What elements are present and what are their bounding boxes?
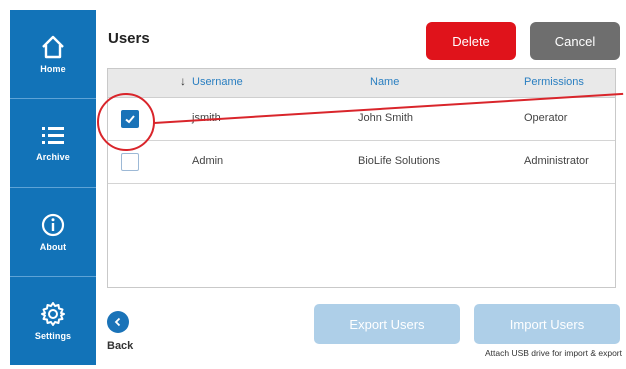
sidebar-item-label: Settings <box>34 331 72 341</box>
delete-button[interactable]: Delete <box>426 22 516 60</box>
row-checkbox[interactable] <box>121 153 139 171</box>
cell-username: Admin <box>192 155 224 167</box>
back-button[interactable] <box>107 311 129 333</box>
cancel-button[interactable]: Cancel <box>530 22 620 60</box>
sidebar-item-home[interactable]: Home <box>10 10 96 98</box>
table-row[interactable]: Admin BioLife Solutions Administrator <box>108 141 615 184</box>
sidebar-item-archive[interactable]: Archive <box>10 99 96 187</box>
column-header-username[interactable]: Username <box>192 76 243 88</box>
table-header: ↓ Username Name Permissions <box>108 69 615 98</box>
sort-arrow-icon[interactable]: ↓ <box>180 74 186 88</box>
export-users-button[interactable]: Export Users <box>314 304 460 344</box>
list-icon <box>40 124 66 148</box>
home-icon <box>40 34 66 60</box>
screen: Home Archive About Settings Users Delete… <box>0 0 626 369</box>
gear-icon <box>40 301 66 327</box>
chevron-left-icon <box>114 317 121 327</box>
cell-name: John Smith <box>358 112 414 124</box>
page-title: Users <box>108 30 150 47</box>
cell-permissions: Operator <box>524 112 568 124</box>
sidebar-item-settings[interactable]: Settings <box>10 277 96 365</box>
sidebar-item-label: Home <box>40 64 66 74</box>
column-header-permissions[interactable]: Permissions <box>524 76 584 88</box>
info-icon <box>40 212 66 238</box>
import-users-button[interactable]: Import Users <box>474 304 620 344</box>
sidebar-item-label: About <box>39 242 67 252</box>
back-label: Back <box>107 340 134 352</box>
annotation-circle <box>97 93 155 151</box>
column-header-name[interactable]: Name <box>370 76 399 88</box>
users-table: ↓ Username Name Permissions jsmith John … <box>107 68 616 288</box>
sidebar-item-label: Archive <box>36 152 70 162</box>
cell-permissions: Administrator <box>524 155 589 167</box>
sidebar: Home Archive About Settings <box>10 10 96 365</box>
sidebar-item-about[interactable]: About <box>10 188 96 276</box>
usb-hint-text: Attach USB drive for import & export <box>485 348 622 358</box>
cell-name: BioLife Solutions <box>358 155 440 167</box>
